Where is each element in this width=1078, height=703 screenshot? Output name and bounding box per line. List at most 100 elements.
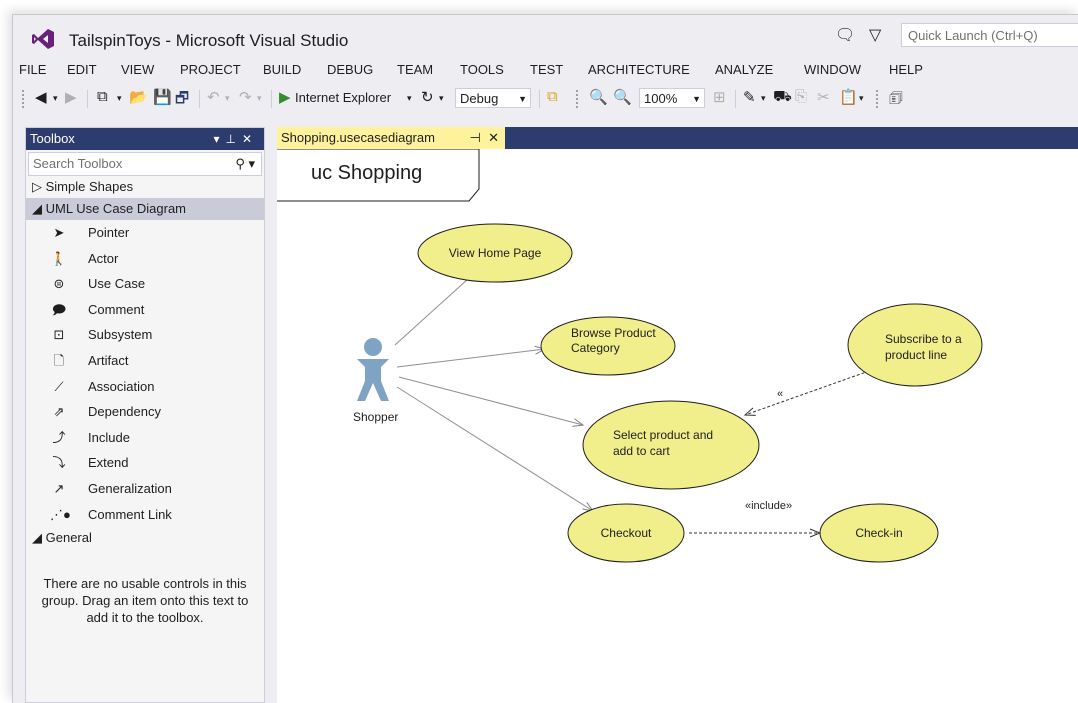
menu-test[interactable]: TEST bbox=[530, 62, 563, 77]
menu-edit[interactable]: EDIT bbox=[67, 62, 97, 77]
actor-icon: 🚶 bbox=[50, 250, 68, 266]
add-item-icon[interactable]: ✎ bbox=[743, 88, 756, 106]
menu-build[interactable]: BUILD bbox=[263, 62, 301, 77]
association-line[interactable] bbox=[396, 349, 545, 368]
toolbox-item-association[interactable]: ⟋ Association bbox=[26, 374, 264, 400]
menu-window[interactable]: WINDOW bbox=[804, 62, 861, 77]
search-placeholder: Search Toolbox bbox=[33, 156, 123, 171]
toolbox-search-input[interactable]: Search Toolbox ⚲ ▾ bbox=[28, 152, 262, 176]
toolbox-item-label: Dependency bbox=[88, 404, 161, 420]
toolbox-item-comment[interactable]: 🗩 Comment bbox=[26, 297, 264, 323]
use-case-browse-product-category[interactable]: Browse Product Category bbox=[540, 316, 676, 376]
toolbox-item-pointer[interactable]: ➤ Pointer bbox=[26, 220, 264, 246]
find-in-files-icon[interactable]: ⧉ bbox=[547, 88, 558, 105]
group-general[interactable]: ◢ General bbox=[26, 527, 264, 549]
dropdown-icon[interactable]: ▾ bbox=[213, 132, 225, 146]
add-item-dropdown-icon[interactable]: ▾ bbox=[761, 93, 766, 104]
refresh-icon[interactable]: ↻ bbox=[421, 88, 434, 106]
use-case-label: Checkout bbox=[601, 526, 652, 540]
extend-label: « bbox=[777, 388, 783, 400]
navigate-forward-icon[interactable]: ▶ bbox=[65, 88, 77, 106]
menu-help[interactable]: HELP bbox=[889, 62, 923, 77]
toolbox-item-use-case[interactable]: ⊜ Use Case bbox=[26, 271, 264, 297]
menu-debug[interactable]: DEBUG bbox=[327, 62, 373, 77]
close-icon[interactable]: ✕ bbox=[242, 132, 258, 146]
redo-dropdown-icon[interactable]: ▾ bbox=[257, 93, 262, 104]
zoom-out-icon[interactable]: 🔍 bbox=[613, 88, 632, 106]
toolbox-title: Toolbox bbox=[30, 131, 75, 146]
toolbox-item-artifact[interactable]: 🗋 Artifact bbox=[26, 348, 264, 374]
redo-icon[interactable]: ↷ bbox=[239, 88, 252, 106]
pin-icon[interactable]: ⊣ bbox=[470, 130, 481, 145]
diagram-canvas[interactable]: uc Shopping « «include» Shopper View Hom… bbox=[277, 148, 1078, 703]
menu-tools[interactable]: TOOLS bbox=[460, 62, 504, 77]
new-project-dropdown-icon[interactable]: ▾ bbox=[117, 93, 122, 104]
menu-team[interactable]: TEAM bbox=[397, 62, 433, 77]
run-target-dropdown-icon[interactable]: ▾ bbox=[407, 93, 412, 104]
association-line[interactable] bbox=[396, 386, 593, 511]
toolbox-item-extend[interactable]: ⤵ Extend bbox=[26, 450, 264, 476]
menu-architecture[interactable]: ARCHITECTURE bbox=[588, 62, 690, 77]
run-target-button[interactable]: Internet Explorer bbox=[295, 90, 391, 105]
toolbar-grip[interactable] bbox=[575, 89, 579, 109]
toolbar-grip[interactable] bbox=[875, 89, 879, 109]
menu-project[interactable]: PROJECT bbox=[180, 62, 241, 77]
tab-shopping-usecasediagram[interactable]: Shopping.usecasediagram ⊣ ✕ bbox=[277, 127, 505, 149]
undo-dropdown-icon[interactable]: ▾ bbox=[225, 93, 230, 104]
save-all-icon[interactable]: 🗗 bbox=[175, 88, 189, 113]
toolbar-separator bbox=[735, 90, 736, 108]
pin-icon[interactable]: ⊥ bbox=[225, 132, 241, 146]
use-case-subscribe-product-line[interactable]: Subscribe to a product line bbox=[847, 303, 983, 387]
search-icon[interactable]: ⚲ ▾ bbox=[235, 153, 255, 175]
save-icon[interactable]: 💾 bbox=[153, 88, 172, 106]
paste-icon[interactable]: 📋 bbox=[839, 88, 858, 106]
open-file-icon[interactable]: 📂 bbox=[129, 88, 148, 106]
use-case-select-product[interactable]: Select product and add to cart bbox=[582, 400, 760, 490]
toolbox-empty-message: There are no usable controls in this gro… bbox=[41, 576, 249, 626]
use-case-checkout[interactable]: Checkout bbox=[567, 503, 685, 563]
quick-launch-input[interactable]: Quick Launch (Ctrl+Q) bbox=[901, 23, 1078, 47]
toolbox-item-include[interactable]: ⤴ Include bbox=[26, 425, 264, 451]
actor-shopper[interactable]: Shopper bbox=[353, 338, 398, 424]
toolbar-overflow-icon[interactable]: ▾ bbox=[859, 93, 864, 104]
team-icon[interactable]: ⛟ bbox=[773, 88, 792, 107]
cut-icon[interactable]: ✂ bbox=[817, 88, 830, 106]
toolbox-item-comment-link[interactable]: ⋰● Comment Link bbox=[26, 502, 264, 528]
filter-icon[interactable]: ▽ bbox=[869, 25, 881, 45]
toolbox-item-subsystem[interactable]: ⊡ Subsystem bbox=[26, 322, 264, 348]
title-bar: TailspinToys - Microsoft Visual Studio 🗨… bbox=[13, 15, 1078, 59]
use-case-view-home-page[interactable]: View Home Page bbox=[417, 223, 573, 283]
undo-icon[interactable]: ↶ bbox=[207, 88, 220, 106]
refresh-dropdown-icon[interactable]: ▾ bbox=[439, 93, 444, 104]
group-uml-use-case[interactable]: ◢ UML Use Case Diagram bbox=[26, 198, 264, 220]
new-project-icon[interactable]: ⧉ bbox=[97, 88, 108, 105]
toolbox-item-generalization[interactable]: ↗ Generalization bbox=[26, 476, 264, 502]
zoom-level-select[interactable]: 100% ▼ bbox=[639, 88, 705, 108]
navigate-back-icon[interactable]: ◀ bbox=[35, 88, 47, 106]
start-debugging-icon[interactable]: ▶ bbox=[279, 88, 291, 106]
solution-configuration-select[interactable]: Debug ▼ bbox=[455, 88, 531, 108]
toolbox-item-actor[interactable]: 🚶 Actor bbox=[26, 246, 264, 272]
association-line[interactable] bbox=[398, 376, 583, 425]
use-case-label-line1: Subscribe to a bbox=[885, 332, 962, 346]
use-case-check-in[interactable]: Check-in bbox=[819, 503, 939, 563]
layout-icon[interactable]: ⊞ bbox=[713, 88, 726, 106]
toolbox-item-label: Pointer bbox=[88, 225, 130, 240]
menu-analyze[interactable]: ANALYZE bbox=[715, 62, 773, 77]
group-simple-shapes[interactable]: ▷ Simple Shapes bbox=[26, 176, 264, 198]
feedback-icon[interactable]: 🗨 bbox=[835, 25, 855, 45]
copy-icon[interactable]: ⎘ bbox=[795, 88, 807, 105]
toolbox-item-label: Comment bbox=[88, 301, 145, 317]
zoom-in-icon[interactable]: 🔍 bbox=[589, 88, 608, 106]
back-dropdown-icon[interactable]: ▾ bbox=[53, 93, 58, 104]
toolbox-item-label: Association bbox=[88, 378, 155, 394]
menu-file[interactable]: FILE bbox=[19, 62, 46, 77]
configuration-value: Debug bbox=[460, 91, 499, 106]
close-icon[interactable]: ✕ bbox=[488, 130, 499, 145]
toolbar-separator bbox=[87, 90, 88, 108]
extend-dependency-line[interactable] bbox=[745, 370, 870, 415]
toolbox-item-dependency[interactable]: ⇗ Dependency bbox=[26, 399, 264, 425]
toolbar-grip[interactable] bbox=[21, 89, 25, 109]
menu-view[interactable]: VIEW bbox=[121, 62, 154, 77]
properties-icon[interactable]: 🗊 bbox=[889, 88, 903, 113]
